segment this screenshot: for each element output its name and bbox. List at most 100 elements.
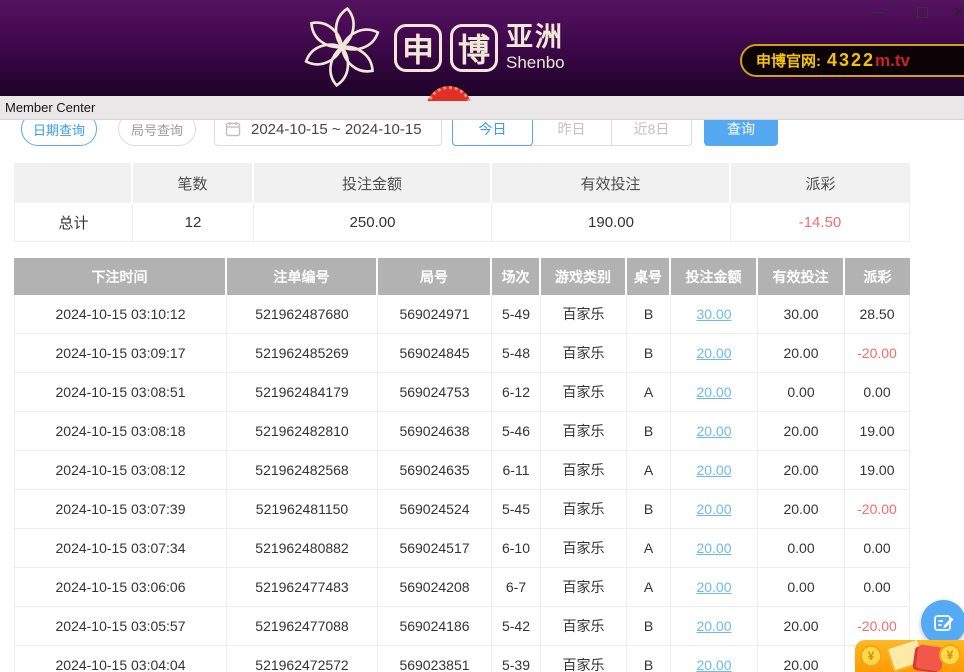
cell-bet-amount: 20.00 [671,607,758,645]
cell-session: 5-49 [492,295,541,333]
summary-header-blank [14,163,133,203]
cell-valid-bet: 0.00 [758,529,845,567]
cell-round-no: 569024186 [378,607,492,645]
cell-order-no: 521962477483 [227,568,378,606]
cell-round-no: 569024971 [378,295,492,333]
table-row: 2024-10-15 03:08:12521962482568569024635… [14,451,910,490]
table-row: 2024-10-15 03:09:17521962485269569024845… [14,334,910,373]
table-header-row: 下注时间 注单编号 局号 场次 游戏类别 桌号 投注金额 有效投注 派彩 [14,258,910,295]
bet-amount-link[interactable]: 20.00 [696,618,731,634]
cell-bet-time: 2024-10-15 03:05:57 [14,607,227,645]
header-table-no: 桌号 [627,258,671,295]
cell-session: 5-46 [492,412,541,450]
summary-header-count: 笔数 [133,163,254,203]
table-row: 2024-10-15 03:08:18521962482810569024638… [14,412,910,451]
cell-payout: -20.00 [845,334,910,372]
table-row: 2024-10-15 03:05:57521962477088569024186… [14,607,910,646]
cell-valid-bet: 30.00 [758,295,845,333]
calendar-icon [225,121,241,137]
bet-amount-link[interactable]: 20.00 [696,540,731,556]
cell-round-no: 569024208 [378,568,492,606]
cell-game-type: 百家乐 [541,646,627,672]
logo-wordmark: 亚洲 Shenbo [506,24,565,73]
cell-game-type: 百家乐 [541,295,627,333]
bet-amount-link[interactable]: 20.00 [696,657,731,672]
summary-table: 笔数 投注金额 有效投注 派彩 总计 12 250.00 190.00 -14.… [14,163,910,242]
bet-amount-link[interactable]: 20.00 [696,423,731,439]
bet-amount-link[interactable]: 20.00 [696,579,731,595]
cell-payout: 19.00 [845,412,910,450]
summary-valid-bet-value: 190.00 [492,203,731,242]
cell-order-no: 521962480882 [227,529,378,567]
date-range-value: 2024-10-15 ~ 2024-10-15 [251,121,422,138]
cell-order-no: 521962487680 [227,295,378,333]
table-row: 2024-10-15 03:07:39521962481150569024524… [14,490,910,529]
maximize-icon[interactable] [907,0,937,24]
cell-bet-time: 2024-10-15 03:06:06 [14,568,227,606]
cell-table-no: A [627,373,671,411]
header-round-no: 局号 [378,258,492,295]
cell-valid-bet: 0.00 [758,373,845,411]
cell-round-no: 569024753 [378,373,492,411]
cell-round-no: 569024638 [378,412,492,450]
cell-order-no: 521962484179 [227,373,378,411]
header-game-type: 游戏类别 [541,258,627,295]
cell-game-type: 百家乐 [541,568,627,606]
bet-amount-link[interactable]: 30.00 [696,306,731,322]
flower-logo-icon [298,1,386,93]
app-window: 申 博 亚洲 Shenbo 申博官网: 4322 m.tv Member Cen… [0,0,964,672]
summary-payout-value: -14.50 [731,203,910,242]
cell-game-type: 百家乐 [541,412,627,450]
header-bet-time: 下注时间 [14,258,227,295]
cell-payout: 0.00 [845,568,910,606]
cell-bet-time: 2024-10-15 03:07:34 [14,529,227,567]
minimize-icon[interactable] [863,0,893,24]
cell-game-type: 百家乐 [541,490,627,528]
window-titlebar: Member Center [0,96,964,120]
cell-game-type: 百家乐 [541,607,627,645]
summary-header-payout: 派彩 [731,163,910,203]
red-envelope-promo[interactable]: ¥ ¥ [855,640,964,672]
logo-char-bo: 博 [450,24,498,72]
cell-payout: 28.50 [845,295,910,333]
cell-payout: 0.00 [845,529,910,567]
close-icon[interactable]: ✕ [944,0,964,24]
table-row: 2024-10-15 03:07:34521962480882569024517… [14,529,910,568]
summary-total-label: 总计 [14,203,133,242]
cell-bet-amount: 20.00 [671,334,758,372]
cell-valid-bet: 20.00 [758,412,845,450]
feedback-edit-button[interactable] [921,600,964,645]
bet-amount-link[interactable]: 20.00 [696,345,731,361]
cell-bet-amount: 20.00 [671,568,758,606]
cell-bet-amount: 20.00 [671,451,758,489]
cell-round-no: 569024635 [378,451,492,489]
cell-bet-amount: 20.00 [671,490,758,528]
cell-table-no: B [627,412,671,450]
cell-bet-amount: 20.00 [671,529,758,567]
cell-order-no: 521962485269 [227,334,378,372]
cell-game-type: 百家乐 [541,529,627,567]
cell-round-no: 569024845 [378,334,492,372]
cell-bet-amount: 20.00 [671,412,758,450]
cell-session: 5-45 [492,490,541,528]
official-site-pill[interactable]: 申博官网: 4322 m.tv [740,44,964,77]
bet-amount-link[interactable]: 20.00 [696,462,731,478]
cell-valid-bet: 0.00 [758,568,845,606]
cell-table-no: B [627,490,671,528]
cell-bet-time: 2024-10-15 03:07:39 [14,490,227,528]
bet-amount-link[interactable]: 20.00 [696,501,731,517]
cell-round-no: 569023851 [378,646,492,672]
cell-order-no: 521962477088 [227,607,378,645]
logo-sub-text: Shenbo [506,53,565,73]
cell-session: 6-10 [492,529,541,567]
summary-count-value: 12 [133,203,254,242]
cell-order-no: 521962472572 [227,646,378,672]
coin-icon: ¥ [939,644,961,666]
table-row: 2024-10-15 03:10:12521962487680569024971… [14,295,910,334]
cell-bet-time: 2024-10-15 03:08:51 [14,373,227,411]
bet-amount-link[interactable]: 20.00 [696,384,731,400]
cell-session: 5-48 [492,334,541,372]
edit-icon [933,612,955,634]
cell-session: 6-12 [492,373,541,411]
cell-table-no: B [627,295,671,333]
